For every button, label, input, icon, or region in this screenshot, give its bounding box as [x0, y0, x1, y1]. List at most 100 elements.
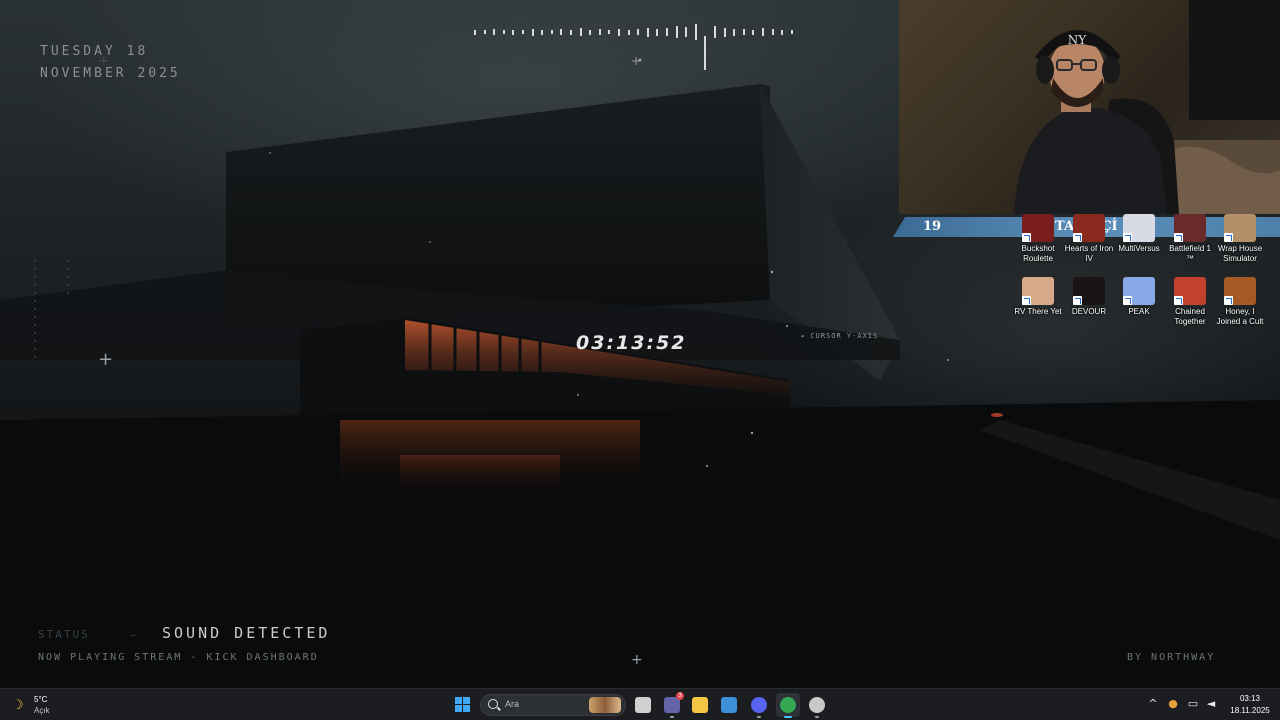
- follower-current-count: 19: [923, 219, 942, 234]
- crosshair-icon: +: [631, 652, 643, 668]
- visualizer-bar: [502, 30, 505, 34]
- windows-logo-icon: [463, 697, 470, 704]
- taskbar-date[interactable]: 18.11.2025: [1222, 706, 1278, 715]
- desktop-shortcut-label: Buckshot Roulette: [1021, 244, 1055, 263]
- visualizer-bar: [733, 28, 736, 36]
- desktop-shortcut[interactable]: Wrap House Simulator: [1215, 214, 1265, 264]
- cursor-y-axis-label: ◂ CURSOR Y-AXIS: [800, 332, 879, 340]
- shortcut-arrow-icon: [1224, 296, 1233, 305]
- desktop-shortcut[interactable]: MultiVersus: [1114, 214, 1164, 254]
- visualizer-bar: [781, 29, 784, 35]
- chained-together-icon: [1174, 277, 1206, 305]
- rv-there-yet-icon: [1022, 277, 1054, 305]
- hearts-of-iron-icon: [1073, 214, 1105, 242]
- moon-icon: ☽: [12, 698, 24, 713]
- desktop-shortcut[interactable]: DEVOUR: [1064, 277, 1114, 317]
- shortcut-arrow-icon: [1073, 296, 1082, 305]
- visualizer-bar: [618, 28, 620, 36]
- visualizer-bar: [474, 29, 476, 35]
- desktop-shortcut[interactable]: RV There Yet: [1013, 277, 1063, 317]
- desktop-shortcut-label: MultiVersus: [1118, 244, 1160, 253]
- visualizer-bar: [656, 28, 659, 36]
- visualizer-bar: [771, 29, 774, 35]
- visualizer-bar: [579, 28, 582, 36]
- windows-logo-icon: [455, 697, 462, 704]
- taskbar-app-obs[interactable]: [805, 693, 829, 718]
- windows-logo-icon: [455, 705, 462, 712]
- buckshot-roulette-icon: [1022, 214, 1054, 242]
- shortcut-arrow-icon: [1123, 296, 1132, 305]
- visualizer-bar: [742, 29, 745, 35]
- visualizer-bar: [646, 27, 649, 37]
- visualizer-bar: [522, 30, 524, 34]
- visualizer-bar: [637, 29, 640, 35]
- battlefield-icon: [1174, 214, 1206, 242]
- taskbar-search-box[interactable]: Ara: [480, 694, 626, 716]
- search-icon: [488, 699, 498, 709]
- shortcut-arrow-icon: [1224, 233, 1233, 242]
- taskbar-time[interactable]: 03:13: [1228, 694, 1272, 703]
- visualizer-bar: [608, 30, 611, 34]
- visualizer-bar: [627, 29, 630, 35]
- multiversus-icon: [1123, 214, 1155, 242]
- weather-temperature: 5°C: [34, 695, 48, 704]
- desktop-shortcut-label: Hearts of Iron IV: [1064, 244, 1114, 263]
- windows-logo-icon: [463, 705, 470, 712]
- taskbar-app-file-explorer[interactable]: [688, 693, 712, 717]
- taskbar-app-teams[interactable]: 3: [660, 692, 684, 718]
- desktop-shortcut-label: Honey, I Joined a Cult: [1216, 307, 1264, 326]
- obs-icon: [809, 697, 825, 713]
- desktop-shortcut[interactable]: Battlefield 1 ™: [1165, 214, 1215, 264]
- notification-badge: 3: [676, 692, 684, 700]
- microphone-icon[interactable]: ●: [1166, 697, 1180, 711]
- desktop-shortcut[interactable]: Hearts of Iron IV: [1064, 214, 1114, 264]
- visualizer-bar: [723, 27, 726, 37]
- visualizer-bar: [550, 30, 553, 34]
- taskbar-app-discord[interactable]: [747, 693, 771, 718]
- chrome-icon: [780, 697, 796, 713]
- taskbar-app-chrome[interactable]: [776, 693, 800, 718]
- shortcut-arrow-icon: [1174, 296, 1183, 305]
- date-day-label: TUESDAY 18: [40, 44, 149, 59]
- desktop-shortcut-label: Battlefield 1 ™: [1169, 244, 1211, 263]
- desktop-shortcut[interactable]: PEAK: [1114, 277, 1164, 317]
- visualizer-bar: [694, 24, 697, 40]
- visualizer-bar: [762, 28, 764, 36]
- shortcut-arrow-icon: [1022, 233, 1031, 242]
- credit-label: BY NORTHWAY: [1127, 652, 1216, 663]
- status-value: SOUND DETECTED: [162, 624, 331, 642]
- taskbar-app-task-view[interactable]: [631, 693, 655, 717]
- system-tray: ^ ● ▭ ◄: [1146, 697, 1226, 713]
- visualizer-bar: [714, 26, 716, 38]
- desktop-shortcut[interactable]: Buckshot Roulette: [1013, 214, 1063, 264]
- visualizer-bar: [589, 29, 592, 35]
- shortcut-arrow-icon: [1022, 296, 1031, 305]
- visualizer-bar: [560, 29, 563, 35]
- running-indicator: [670, 716, 674, 718]
- running-indicator: [757, 716, 761, 718]
- start-button[interactable]: [455, 697, 471, 713]
- desktop-shortcut[interactable]: Honey, I Joined a Cult: [1215, 277, 1265, 327]
- visualizer-bar: [704, 36, 707, 70]
- devour-icon: [1073, 277, 1105, 305]
- shortcut-arrow-icon: [1174, 233, 1183, 242]
- desktop-shortcut[interactable]: Chained Together: [1165, 277, 1215, 327]
- running-indicator: [784, 716, 792, 718]
- monitor-icon[interactable]: ▭: [1186, 697, 1200, 711]
- visualizer-bar: [541, 29, 544, 35]
- search-highlight-image: [589, 697, 621, 713]
- desktop-shortcut-label: RV There Yet: [1014, 307, 1062, 316]
- visualizer-bar: [666, 28, 668, 36]
- date-month-label: NOVEMBER 2025: [40, 66, 181, 81]
- webcam-feed: NY: [899, 0, 1280, 214]
- volume-icon[interactable]: ◄: [1204, 697, 1218, 711]
- weather-condition: Açık: [34, 706, 50, 715]
- visualizer-bar: [685, 27, 688, 37]
- visualizer-bar: [752, 29, 755, 35]
- chevron-up-icon[interactable]: ^: [1146, 697, 1160, 711]
- desktop-shortcut-label: Chained Together: [1174, 307, 1206, 326]
- joined-cult-icon: [1224, 277, 1256, 305]
- photos-icon: [721, 697, 737, 713]
- visualizer-bar: [531, 28, 534, 36]
- taskbar-app-photos[interactable]: [717, 693, 741, 717]
